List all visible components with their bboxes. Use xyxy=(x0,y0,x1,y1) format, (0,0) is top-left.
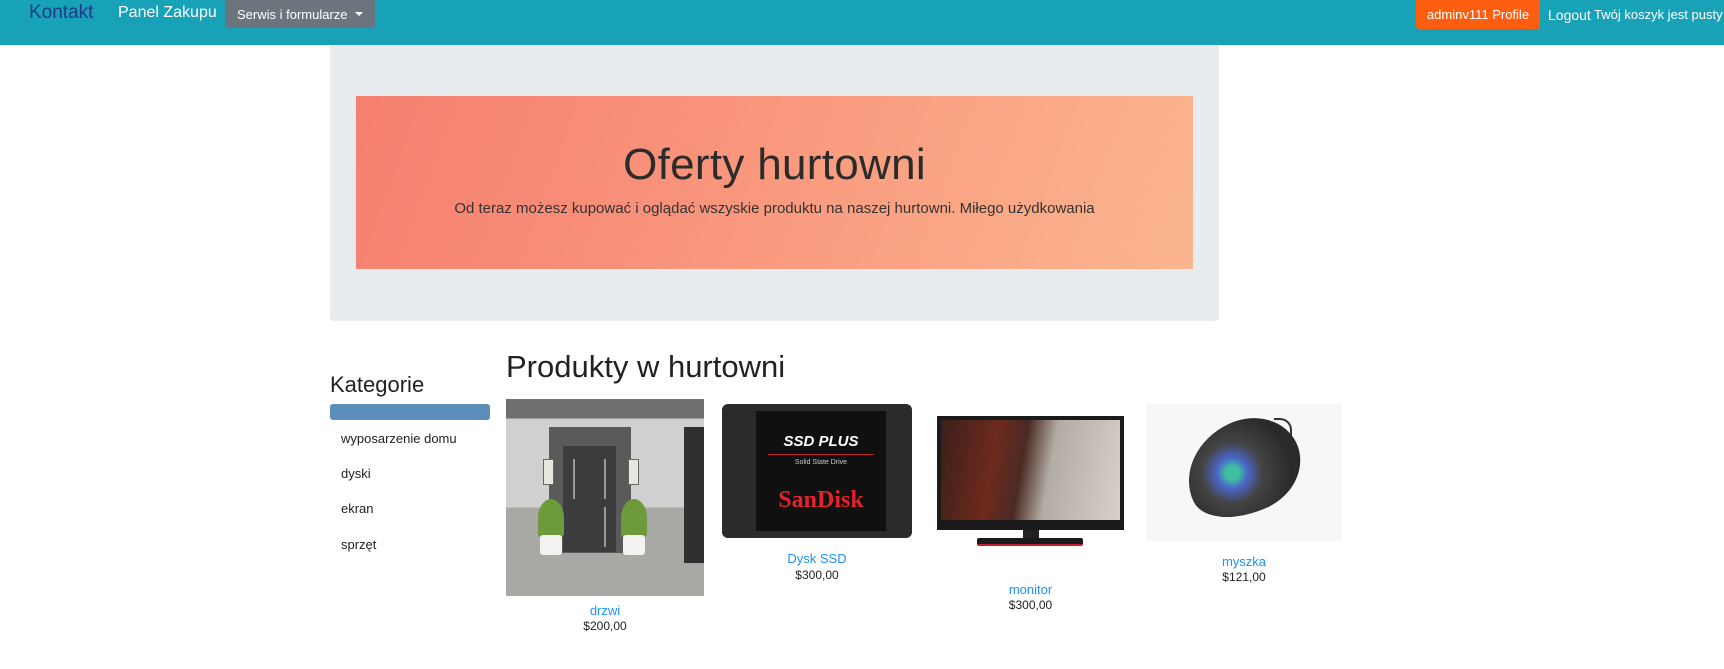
category-item-dyski[interactable]: dyski xyxy=(341,466,371,481)
ssd-image-brand: SanDisk xyxy=(778,487,864,513)
monitor-image[interactable] xyxy=(937,416,1124,548)
product-price: $300,00 xyxy=(1008,598,1053,612)
top-navbar: Kontakt Panel Zakupu Serwis i formularze… xyxy=(0,0,1724,45)
category-item-wyposarzenie-domu[interactable]: wyposarzenie domu xyxy=(341,431,457,446)
products-heading: Produkty w hurtowni xyxy=(506,349,786,384)
door-image[interactable] xyxy=(506,399,704,596)
category-active-item[interactable] xyxy=(330,404,490,420)
product-price: $200,00 xyxy=(583,619,627,633)
product-name-link[interactable]: drzwi xyxy=(506,603,704,618)
product-price: $121,00 xyxy=(1222,570,1266,584)
category-item-sprzet[interactable]: sprzęt xyxy=(341,537,376,552)
ssd-image[interactable]: SSD PLUS Solid State Drive SanDisk xyxy=(722,404,912,538)
product-card: SSD PLUS Solid State Drive SanDisk Dysk … xyxy=(722,404,912,584)
nav-link-panel-zakupu[interactable]: Panel Zakupu xyxy=(118,4,217,22)
product-name-link[interactable]: myszka xyxy=(1146,554,1342,569)
cart-status[interactable]: Twój koszyk jest pusty xyxy=(1594,7,1723,22)
jumbotron: Oferty hurtowni Od teraz możesz kupować … xyxy=(330,45,1219,321)
hero-banner: Oferty hurtowni Od teraz możesz kupować … xyxy=(356,96,1193,269)
dropdown-label: Serwis i formularze xyxy=(237,6,348,22)
categories-heading: Kategorie xyxy=(330,372,425,397)
hero-subtitle: Od teraz możesz kupować i oglądać wszysk… xyxy=(454,200,1095,217)
logout-link[interactable]: Logout xyxy=(1548,7,1591,23)
category-item-ekran[interactable]: ekran xyxy=(341,501,374,516)
brand-link-kontakt[interactable]: Kontakt xyxy=(29,2,93,24)
services-dropdown-button[interactable]: Serwis i formularze xyxy=(225,0,375,28)
mouse-image[interactable] xyxy=(1146,404,1342,541)
ssd-image-subtitle: Solid State Drive xyxy=(794,459,848,466)
hero-title: Oferty hurtowni xyxy=(623,140,926,189)
product-card: monitor $300,00 xyxy=(937,416,1124,616)
caret-down-icon xyxy=(354,12,363,16)
profile-button[interactable]: adminv111 Profile xyxy=(1416,0,1540,29)
product-name-link[interactable]: monitor xyxy=(937,582,1124,597)
product-card: drzwi $200,00 xyxy=(506,399,704,635)
product-name-link[interactable]: Dysk SSD xyxy=(722,551,912,566)
product-price: $300,00 xyxy=(795,568,839,582)
ssd-image-title: SSD PLUS xyxy=(783,433,859,450)
product-card: myszka $121,00 xyxy=(1146,404,1342,594)
